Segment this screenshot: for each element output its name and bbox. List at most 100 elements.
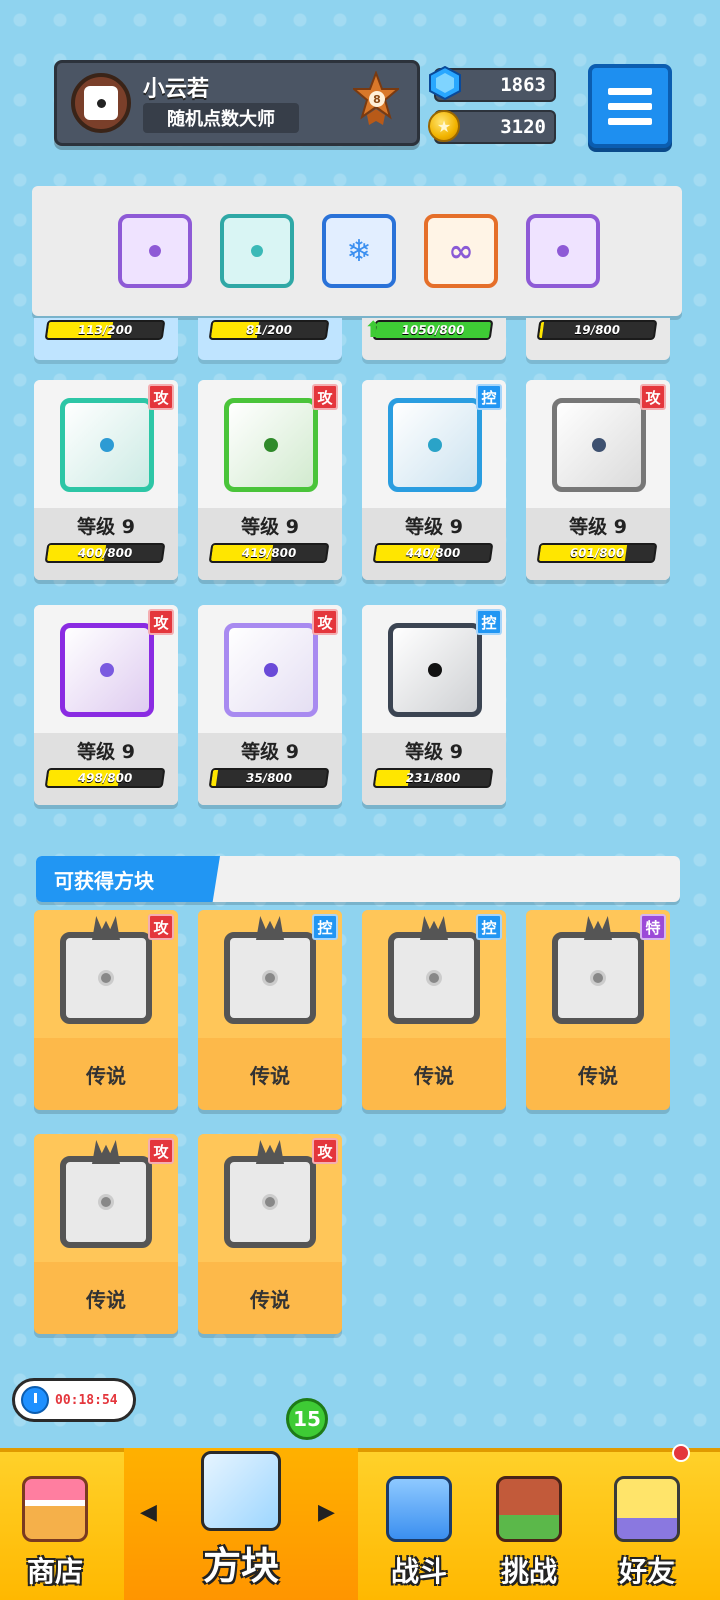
pip-icon — [592, 438, 606, 452]
deck-slot-1[interactable] — [118, 214, 192, 288]
shop-timer: 00:18:54 — [12, 1378, 136, 1422]
notification-dot — [672, 1444, 690, 1462]
friends-icon — [614, 1476, 680, 1542]
nav-friends-label: 好友 — [618, 1555, 675, 1588]
wind-dice-icon — [60, 398, 154, 492]
rarity-label: 传说 — [86, 1064, 126, 1088]
legendary-shield-dice-icon — [388, 932, 480, 1024]
partial-card-2[interactable]: 81/200 — [198, 318, 342, 360]
legendary-dice-card[interactable]: 攻传说 — [34, 1134, 178, 1334]
nav-blocks[interactable]: 方块 — [186, 1448, 296, 1600]
pip-icon — [264, 663, 278, 677]
legendary-storm-dice-icon — [224, 932, 316, 1024]
dice-card[interactable]: 控等级 9 231/800 — [362, 605, 506, 805]
dice-level: 等级 9 — [77, 741, 135, 763]
dice-level: 等级 9 — [241, 516, 299, 538]
progress-bar: 1050/800 — [372, 320, 494, 340]
coin-icon: ★ — [428, 110, 460, 142]
type-badge: 攻 — [148, 384, 174, 410]
pip-icon — [428, 663, 442, 677]
dice-card[interactable]: 攻等级 9 498/800 — [34, 605, 178, 805]
type-badge: 攻 — [148, 1138, 174, 1164]
progress-bar: 601/800 — [536, 543, 658, 563]
nav-shop[interactable]: 商店 — [0, 1448, 110, 1600]
blocks-cube-icon — [201, 1451, 281, 1531]
avatar[interactable] — [71, 73, 131, 133]
nav-right-arrow-icon[interactable]: ▶ — [318, 1500, 335, 1525]
pip-icon — [428, 438, 442, 452]
progress-bar: 113/200 — [44, 320, 166, 340]
progress-text: 400/800 — [76, 546, 134, 560]
dice-card[interactable]: 控等级 9 440/800 — [362, 380, 506, 580]
type-badge: 控 — [476, 914, 502, 940]
stopwatch-icon — [21, 1386, 49, 1414]
menu-button[interactable] — [588, 64, 672, 148]
profile-panel[interactable]: 小云若 随机点数大师 8 — [54, 60, 420, 146]
nav-battle[interactable]: 战斗 — [364, 1448, 474, 1600]
pip-icon — [98, 970, 114, 986]
progress-bar: 400/800 — [44, 543, 166, 563]
deck-slot-2[interactable] — [220, 214, 294, 288]
nav-challenge-label: 挑战 — [500, 1555, 557, 1588]
type-badge: 攻 — [312, 384, 338, 410]
partial-card-4[interactable]: 19/800 — [526, 318, 670, 360]
pip-icon — [262, 1194, 278, 1210]
progress-text: 419/800 — [240, 546, 298, 560]
progress-text: 231/800 — [404, 771, 462, 785]
progress-bar: 81/200 — [208, 320, 330, 340]
progress-bar: 419/800 — [208, 543, 330, 563]
poison-dice-icon — [224, 398, 318, 492]
deck-slot-5[interactable] — [526, 214, 600, 288]
rarity-label: 传说 — [578, 1064, 618, 1088]
rarity-label: 传说 — [250, 1288, 290, 1312]
nav-challenge[interactable]: 挑战 — [474, 1448, 584, 1600]
legendary-dice-card[interactable]: 特传说 — [526, 910, 670, 1110]
pip-icon — [98, 1194, 114, 1210]
type-badge: 特 — [640, 914, 666, 940]
dice-level: 等级 9 — [405, 741, 463, 763]
deck-slot-3[interactable]: ❄ — [322, 214, 396, 288]
nav-blocks-label: 方块 — [202, 1544, 279, 1588]
ice-dice-icon — [388, 398, 482, 492]
pip-icon — [590, 970, 606, 986]
purple-swirl-dice-icon — [557, 245, 569, 257]
type-badge: 攻 — [640, 384, 666, 410]
snowflake-icon: ❄ — [346, 233, 372, 269]
dice-level: 等级 9 — [405, 516, 463, 538]
progress-text: 35/800 — [244, 771, 294, 785]
legendary-dice-card[interactable]: 攻传说 — [198, 1134, 342, 1334]
legendary-dice-card[interactable]: 控传说 — [362, 910, 506, 1110]
dice-card[interactable]: 攻等级 9 419/800 — [198, 380, 342, 580]
legendary-dice-card[interactable]: 控传说 — [198, 910, 342, 1110]
available-section-title: 可获得方块 — [36, 856, 220, 902]
legendary-gear-dice-icon — [60, 932, 152, 1024]
legendary-dice-card[interactable]: 攻传说 — [34, 910, 178, 1110]
nav-left-arrow-icon[interactable]: ◀ — [140, 1500, 157, 1525]
legendary-sword-dice-icon — [552, 932, 644, 1024]
dice-card[interactable]: 攻等级 9 400/800 — [34, 380, 178, 580]
dice-card[interactable]: 攻等级 9 601/800 — [526, 380, 670, 580]
lock-dice-icon — [388, 623, 482, 717]
rarity-label: 传说 — [86, 1288, 126, 1312]
purple-magic-dice-icon — [149, 245, 161, 257]
type-badge: 攻 — [312, 609, 338, 635]
battle-shield-icon — [386, 1476, 452, 1542]
partial-card-3[interactable]: 1050/800 ⬆ — [362, 318, 506, 360]
progress-text: 601/800 — [568, 546, 626, 560]
partial-card-1[interactable]: 113/200 — [34, 318, 178, 360]
nav-friends[interactable]: 好友 — [592, 1448, 702, 1600]
deck-slot-4[interactable]: ∞ — [424, 214, 498, 288]
progress-bar: 231/800 — [372, 768, 494, 788]
menu-icon — [608, 87, 652, 95]
rarity-label: 传说 — [250, 1064, 290, 1088]
arrow-dice-icon — [60, 623, 154, 717]
dice-level: 等级 9 — [77, 516, 135, 538]
dice-card[interactable]: 攻等级 9 35/800 — [198, 605, 342, 805]
legendary-blackhole-dice-icon — [224, 1156, 316, 1248]
blocks-count-badge: 15 — [286, 1398, 328, 1440]
pip-icon — [264, 438, 278, 452]
type-badge: 攻 — [148, 914, 174, 940]
type-badge: 控 — [476, 384, 502, 410]
legendary-swirl-dice-icon — [60, 1156, 152, 1248]
pip-icon — [100, 663, 114, 677]
